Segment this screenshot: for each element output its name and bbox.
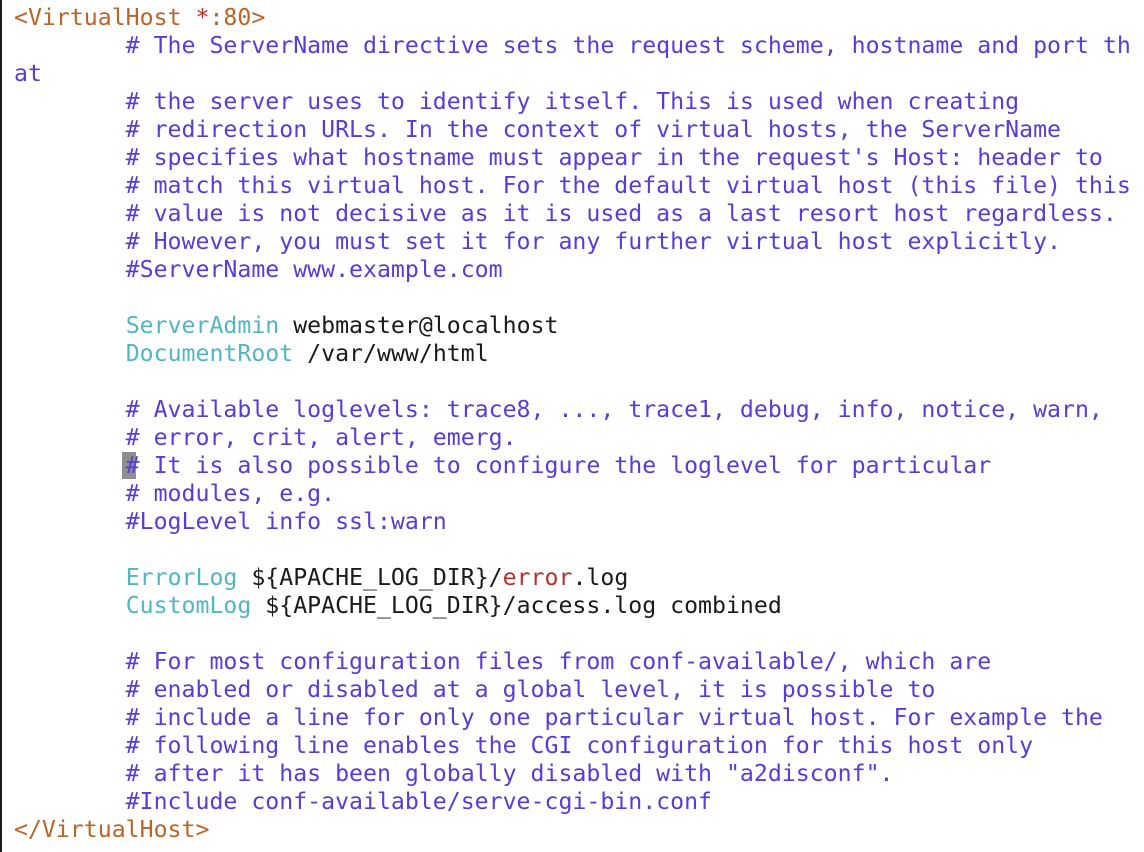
- code-line[interactable]: #ServerName www.example.com: [14, 256, 503, 284]
- code-line[interactable]: #Include conf-available/serve-cgi-bin.co…: [14, 788, 712, 816]
- code-line[interactable]: # enabled or disabled at a global level,…: [14, 676, 936, 704]
- code-token-value: ${APACHE_LOG_DIR}/access.log combined: [251, 592, 782, 619]
- code-line[interactable]: # include a line for only one particular…: [14, 704, 1103, 732]
- code-token-value: /var/www/html: [293, 340, 489, 367]
- code-line[interactable]: # redirection URLs. In the context of vi…: [14, 116, 1061, 144]
- code-token-comment: # after it has been globally disabled wi…: [14, 760, 894, 787]
- code-token-comment: # match this virtual host. For the defau…: [14, 172, 1131, 199]
- code-token-directive: DocumentRoot: [125, 340, 294, 367]
- code-token-comment: # modules, e.g.: [14, 480, 336, 507]
- code-line[interactable]: at: [14, 60, 42, 88]
- code-line[interactable]: # The ServerName directive sets the requ…: [14, 32, 1131, 60]
- code-token-comment: # However, you must set it for any furth…: [14, 228, 1062, 255]
- code-line[interactable]: # It is also possible to configure the l…: [14, 452, 992, 480]
- code-token-comment: # It is also possible to configure the l…: [14, 452, 992, 479]
- code-line[interactable]: </VirtualHost>: [14, 816, 209, 844]
- code-line[interactable]: # the server uses to identify itself. Th…: [14, 88, 1019, 116]
- code-token-comment: # value is not decisive as it is used as…: [14, 200, 1117, 227]
- code-token-value: webmaster@localhost: [279, 312, 559, 339]
- code-token-comment: # include a line for only one particular…: [14, 704, 1103, 731]
- code-token-comment: #LogLevel info ssl:warn: [14, 508, 447, 535]
- code-line[interactable]: # match this virtual host. For the defau…: [14, 172, 1131, 200]
- code-token-comment: at: [14, 60, 42, 87]
- code-token-value: .log: [572, 564, 629, 591]
- code-token-tag: :80>: [209, 4, 266, 31]
- code-token-value: ${APACHE_LOG_DIR}/: [237, 564, 503, 591]
- code-token-comment: # For most configuration files from conf…: [14, 648, 992, 675]
- code-line[interactable]: # However, you must set it for any furth…: [14, 228, 1061, 256]
- code-token-comment: # the server uses to identify itself. Th…: [14, 88, 1020, 115]
- code-token-comment: # specifies what hostname must appear in…: [14, 144, 1103, 171]
- code-line[interactable]: DocumentRoot /var/www/html: [14, 340, 489, 368]
- code-line[interactable]: # value is not decisive as it is used as…: [14, 200, 1117, 228]
- code-token-comment: # Available loglevels: trace8, ..., trac…: [14, 396, 1103, 423]
- code-token-comment: # following line enables the CGI configu…: [14, 732, 1034, 759]
- text-editor[interactable]: <VirtualHost *:80> # The ServerName dire…: [0, 0, 1144, 852]
- code-token-comment: # error, crit, alert, emerg.: [14, 424, 517, 451]
- code-line[interactable]: #LogLevel info ssl:warn: [14, 508, 447, 536]
- code-token-comment: #Include conf-available/serve-cgi-bin.co…: [14, 788, 713, 815]
- code-line[interactable]: # following line enables the CGI configu…: [14, 732, 1033, 760]
- code-token-directive: ServerAdmin: [125, 312, 280, 339]
- code-line[interactable]: # Available loglevels: trace8, ..., trac…: [14, 396, 1103, 424]
- code-token-comment: # enabled or disabled at a global level,…: [14, 676, 936, 703]
- code-line[interactable]: # modules, e.g.: [14, 480, 335, 508]
- code-token-tag: </VirtualHost>: [14, 816, 210, 843]
- code-token-comment: # redirection URLs. In the context of vi…: [14, 116, 1062, 143]
- code-line[interactable]: <VirtualHost *:80>: [14, 4, 265, 32]
- code-line[interactable]: ErrorLog ${APACHE_LOG_DIR}/error.log: [14, 564, 629, 592]
- code-line[interactable]: # specifies what hostname must appear in…: [14, 144, 1103, 172]
- code-token-keyword: *: [195, 4, 210, 31]
- code-token-comment: # The ServerName directive sets the requ…: [14, 32, 1131, 59]
- code-line[interactable]: ServerAdmin webmaster@localhost: [14, 312, 559, 340]
- code-line[interactable]: # error, crit, alert, emerg.: [14, 424, 517, 452]
- code-line[interactable]: CustomLog ${APACHE_LOG_DIR}/access.log c…: [14, 592, 782, 620]
- code-token-tag: <VirtualHost: [14, 4, 196, 31]
- code-token-keyword: error: [502, 564, 573, 591]
- code-token-directive: CustomLog: [125, 592, 252, 619]
- code-line[interactable]: # For most configuration files from conf…: [14, 648, 992, 676]
- code-token-directive: ErrorLog: [125, 564, 238, 591]
- code-token-comment: #ServerName www.example.com: [14, 256, 503, 283]
- code-line[interactable]: # after it has been globally disabled wi…: [14, 760, 894, 788]
